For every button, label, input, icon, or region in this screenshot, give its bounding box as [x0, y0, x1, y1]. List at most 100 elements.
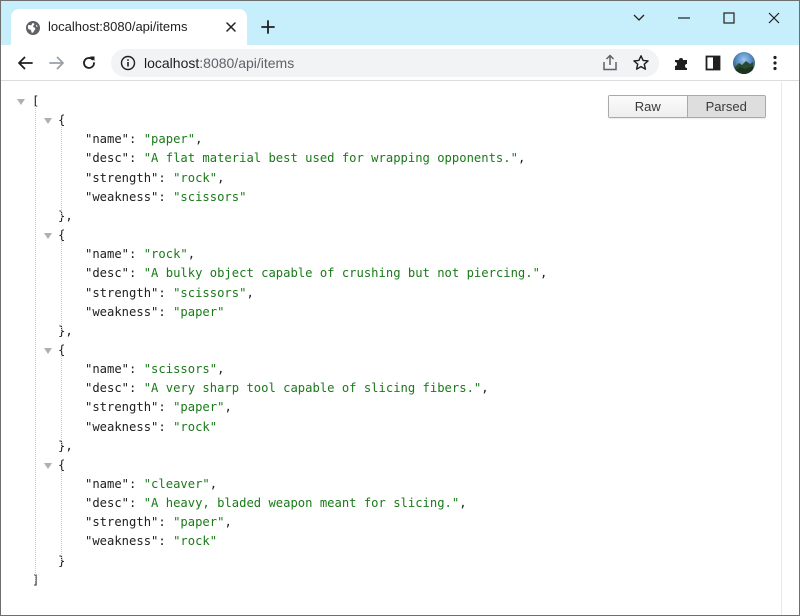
forward-icon[interactable] [45, 51, 69, 75]
json-string-value: "A flat material best used for wrapping … [143, 151, 518, 166]
collapse-triangle-icon[interactable] [17, 99, 25, 105]
json-property: "strength": "paper", [85, 513, 781, 532]
json-property: "name": "cleaver", [85, 475, 781, 494]
json-string-value: "rock" [143, 247, 188, 262]
json-comma: , [517, 151, 526, 166]
json-key: "desc" [85, 266, 130, 281]
collapse-triangle-icon[interactable] [44, 118, 52, 125]
json-string-value: "A heavy, bladed weapon meant for slicin… [143, 496, 460, 511]
json-line: }, [58, 437, 781, 456]
json-comma: , [187, 247, 196, 262]
json-line: { [58, 111, 781, 130]
json-string-value: "paper" [173, 515, 225, 530]
tab-active[interactable]: localhost:8080/api/items [11, 9, 247, 45]
json-colon: : [158, 304, 174, 319]
tab-close-icon[interactable] [223, 19, 239, 35]
json-property: "strength": "paper", [85, 398, 781, 417]
json-colon: : [129, 266, 144, 281]
new-tab-icon[interactable] [258, 17, 278, 37]
chevron-down-icon[interactable] [628, 7, 650, 29]
json-key: "strength" [85, 170, 159, 185]
json-colon: : [129, 151, 144, 166]
json-property: "strength": "rock", [85, 169, 781, 188]
indent-guide [61, 354, 62, 448]
json-key: "desc" [85, 151, 130, 166]
close-icon[interactable] [763, 7, 785, 29]
json-colon: : [158, 189, 174, 204]
side-panel-icon[interactable] [701, 51, 725, 75]
json-comma: , [217, 362, 225, 377]
json-property: "desc": "A bulky object capable of crush… [85, 264, 781, 283]
json-string-value: "cleaver" [143, 477, 210, 491]
json-line: }, [58, 322, 781, 341]
json-key: "name" [85, 362, 130, 377]
json-comma: , [246, 285, 254, 300]
collapse-triangle-icon[interactable] [44, 233, 52, 240]
json-colon: : [129, 381, 144, 396]
json-property: "name": "paper", [85, 130, 781, 149]
json-colon: : [158, 419, 174, 434]
json-colon: : [158, 534, 174, 549]
address-bar[interactable]: localhost:8080/api/items [111, 49, 659, 77]
tab-title: localhost:8080/api/items [48, 19, 188, 34]
json-colon: : [129, 247, 144, 262]
indent-guide [61, 125, 62, 218]
collapse-triangle-icon[interactable] [44, 347, 52, 354]
json-comma: , [224, 400, 232, 415]
json-string-value: "A bulky object capable of crushing but … [143, 266, 540, 281]
json-key: "desc" [85, 381, 130, 396]
globe-icon [25, 20, 41, 36]
json-colon: : [129, 132, 144, 147]
indent-guide [61, 469, 62, 563]
scrollbar[interactable] [781, 82, 799, 615]
json-comma: , [481, 381, 489, 396]
json-string-value: "rock" [173, 170, 218, 185]
json-colon: : [129, 496, 144, 511]
json-key: "name" [85, 247, 130, 262]
url-path: :8080/api/items [199, 55, 295, 71]
json-key: "strength" [85, 515, 159, 530]
json-key: "name" [85, 132, 130, 147]
json-property: "strength": "scissors", [85, 284, 781, 303]
json-line: } [58, 552, 781, 571]
indent-guide [35, 106, 36, 582]
json-string-value: "scissors" [143, 362, 218, 377]
json-key: "strength" [85, 400, 159, 415]
indent-guide [61, 240, 62, 333]
json-property: "desc": "A heavy, bladed weapon meant fo… [85, 494, 781, 513]
json-string-value: "paper" [173, 304, 225, 319]
avatar[interactable] [733, 52, 755, 74]
json-line: [ [32, 92, 781, 111]
json-colon: : [129, 477, 144, 491]
json-string-value: "scissors" [173, 189, 247, 204]
json-property: "desc": "A very sharp tool capable of sl… [85, 379, 781, 398]
share-icon[interactable] [601, 54, 619, 72]
json-comma: , [459, 496, 467, 511]
json-string-value: "rock" [173, 419, 218, 434]
json-colon: : [129, 362, 144, 377]
json-property: "desc": "A flat material best used for w… [85, 149, 781, 168]
json-key: "weakness" [85, 534, 159, 549]
json-viewer: Raw Parsed [{"name": "paper", "desc": "A … [1, 82, 781, 615]
collapse-triangle-icon[interactable] [44, 462, 52, 469]
json-colon: : [158, 170, 174, 185]
json-line: { [58, 226, 781, 245]
json-key: "desc" [85, 496, 130, 511]
url-text[interactable]: localhost:8080/api/items [144, 55, 294, 71]
json-property: "name": "rock", [85, 245, 781, 264]
extensions-icon[interactable] [669, 51, 693, 75]
maximize-icon[interactable] [718, 7, 740, 29]
json-key: "name" [85, 477, 130, 491]
json-string-value: "scissors" [173, 285, 247, 300]
menu-icon[interactable] [763, 51, 787, 75]
json-string-value: "A very sharp tool capable of slicing fi… [143, 381, 482, 396]
json-property: "weakness": "scissors" [85, 188, 781, 207]
star-icon[interactable] [632, 54, 650, 72]
reload-icon[interactable] [77, 51, 101, 75]
info-icon[interactable] [120, 55, 136, 71]
json-key: "weakness" [85, 304, 159, 319]
browser-window: localhost:8080/api/items localhost:8080/… [0, 0, 800, 616]
back-icon[interactable] [13, 51, 37, 75]
minimize-icon[interactable] [673, 7, 695, 29]
json-comma: , [539, 266, 548, 281]
